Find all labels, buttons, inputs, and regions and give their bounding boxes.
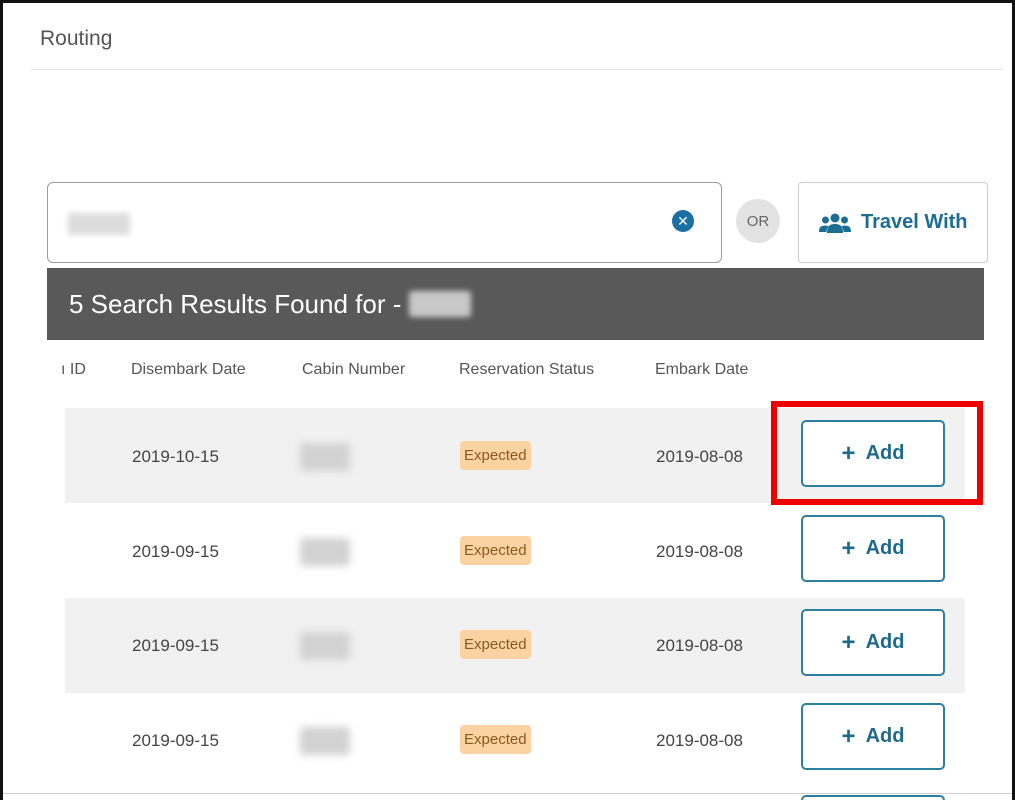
cabin-number-redacted xyxy=(300,727,350,755)
search-input[interactable]: ✕ xyxy=(47,182,722,263)
status-badge: Expected xyxy=(460,725,531,754)
or-divider-badge: OR xyxy=(736,199,780,243)
cabin-number-redacted xyxy=(300,632,350,660)
panel-title: Routing xyxy=(40,27,113,50)
cabin-number-redacted xyxy=(300,443,350,471)
disembark-date-cell: 2019-09-15 xyxy=(132,636,219,655)
embark-date-cell: 2019-08-08 xyxy=(656,731,743,750)
add-button-partial[interactable] xyxy=(801,795,945,800)
plus-icon: + xyxy=(841,722,856,750)
title-divider xyxy=(31,69,1003,70)
add-button-label: Add xyxy=(865,725,905,747)
disembark-date-cell: 2019-10-15 xyxy=(132,447,219,466)
embark-date-cell: 2019-08-08 xyxy=(656,542,743,561)
disembark-date-cell: 2019-09-15 xyxy=(132,542,219,561)
column-header-id[interactable]: ı ID xyxy=(61,361,86,379)
search-value-redacted xyxy=(68,213,130,235)
travel-with-button[interactable]: Travel With xyxy=(798,182,988,263)
add-button[interactable]: + Add xyxy=(801,515,945,582)
add-button-label: Add xyxy=(865,537,905,559)
plus-icon: + xyxy=(841,534,856,562)
users-icon xyxy=(819,213,851,233)
results-header: 5 Search Results Found for - xyxy=(47,268,984,340)
column-header-disembark-date[interactable]: Disembark Date xyxy=(131,361,246,379)
embark-date-cell: 2019-08-08 xyxy=(656,447,743,466)
cabin-number-redacted xyxy=(300,538,350,566)
highlight-annotation xyxy=(771,401,983,505)
status-badge: Expected xyxy=(460,536,531,565)
column-header-reservation-status[interactable]: Reservation Status xyxy=(459,361,594,379)
plus-icon: + xyxy=(841,628,856,656)
add-button[interactable]: + Add xyxy=(801,703,945,770)
column-header-embark-date[interactable]: Embark Date xyxy=(655,361,748,379)
add-button[interactable]: + Add xyxy=(801,609,945,676)
status-badge: Expected xyxy=(460,630,531,659)
status-badge: Expected xyxy=(460,441,531,470)
column-header-cabin-number[interactable]: Cabin Number xyxy=(302,361,405,379)
results-heading: 5 Search Results Found for - xyxy=(69,288,402,319)
search-term-redacted xyxy=(409,291,472,317)
add-button-label: Add xyxy=(865,631,905,653)
times-circle-icon[interactable]: ✕ xyxy=(672,210,694,232)
disembark-date-cell: 2019-09-15 xyxy=(132,731,219,750)
embark-date-cell: 2019-08-08 xyxy=(656,636,743,655)
routing-panel: Routing ✕ OR Travel With 5 Search Result… xyxy=(0,0,1015,800)
travel-with-label: Travel With xyxy=(861,211,968,233)
